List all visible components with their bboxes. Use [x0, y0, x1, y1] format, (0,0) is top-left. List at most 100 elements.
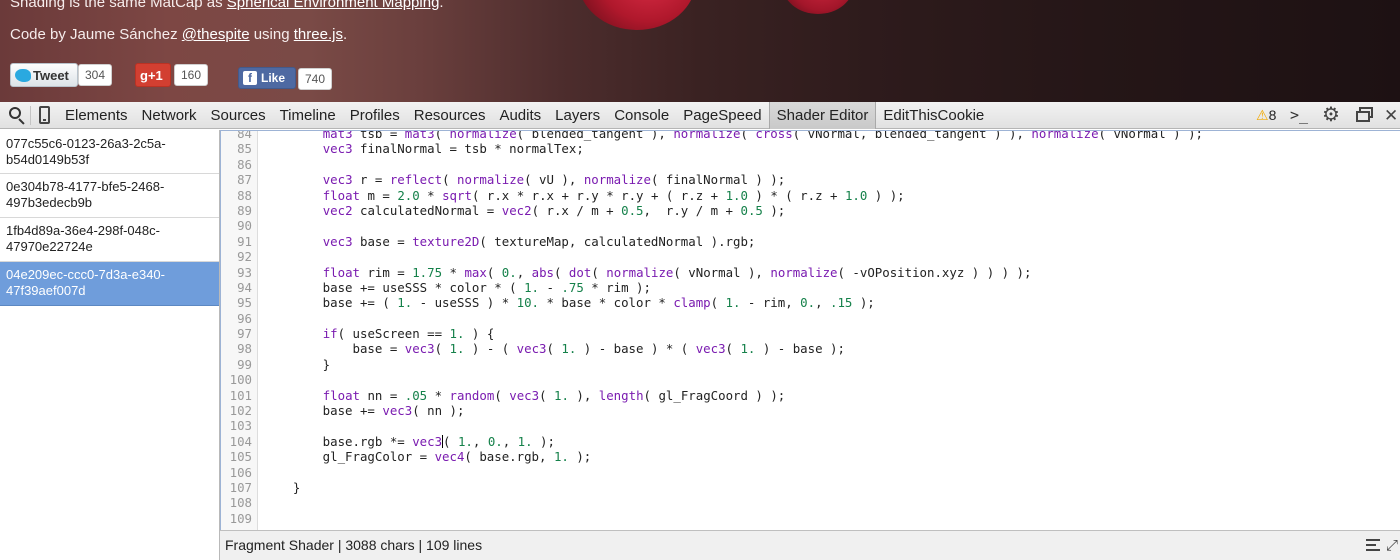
- tab-shader-editor[interactable]: Shader Editor: [768, 102, 877, 129]
- code-text: base += ( 1. - useSSS ) * 10. * base * c…: [263, 295, 875, 311]
- line-number: 99: [237, 356, 252, 372]
- twitter-bird-icon: [15, 69, 31, 82]
- line-number: 102: [229, 403, 252, 419]
- tab-profiles[interactable]: Profiles: [343, 102, 407, 129]
- line-number: 96: [237, 310, 252, 326]
- code-line[interactable]: 104 base.rgb *= vec3( 1., 0., 1. );: [221, 434, 1400, 449]
- like-label: Like: [261, 71, 286, 85]
- code-line[interactable]: 87 vec3 r = reflect( normalize( vU ), no…: [221, 172, 1400, 187]
- code-text: vec3 base = texture2D( textureMap, calcu…: [322, 233, 756, 249]
- social-buttons: Tweet 304 g+1 160 f Like 740: [0, 63, 340, 90]
- code-line[interactable]: 91 vec3 base = texture2D( textureMap, ca…: [221, 234, 1400, 249]
- code-line[interactable]: 99 }: [221, 357, 1400, 372]
- tab-audits[interactable]: Audits: [492, 102, 548, 129]
- line-number: 85: [237, 141, 252, 157]
- tweet-button[interactable]: Tweet: [10, 63, 78, 87]
- shader-list-item[interactable]: 1fb4d89a-36e4-298f-048c- 47970e22724e: [0, 218, 219, 262]
- code-line[interactable]: 93 float rim = 1.75 * max( 0., abs( dot(…: [221, 265, 1400, 280]
- status-bar-controls: ⤢: [1360, 537, 1400, 555]
- code-line[interactable]: 95 base += ( 1. - useSSS ) * 10. * base …: [221, 295, 1400, 310]
- warnings-counter[interactable]: ⚠8: [1256, 102, 1276, 129]
- code-line[interactable]: 94 base += useSSS * color * ( 1. - .75 *…: [221, 280, 1400, 295]
- tab-resources[interactable]: Resources: [407, 102, 493, 129]
- thespite-link[interactable]: @thespite: [182, 26, 250, 43]
- code-line[interactable]: 84 mat3 tsb = mat3( normalize( blended_t…: [221, 130, 1400, 141]
- code-line[interactable]: 103: [221, 418, 1400, 433]
- line-number: 94: [237, 279, 252, 295]
- shader-code-editor[interactable]: 84 mat3 tsb = mat3( normalize( blended_t…: [220, 130, 1400, 530]
- code-text: base += vec3( nn );: [263, 403, 465, 419]
- close-icon[interactable]: ✕: [1384, 102, 1398, 129]
- code-text: if( useScreen == 1. ) {: [322, 326, 495, 342]
- line-number: 88: [237, 187, 252, 203]
- code-line[interactable]: 97 if( useScreen == 1. ) {: [221, 326, 1400, 341]
- tab-elements[interactable]: Elements: [58, 102, 135, 129]
- code-text: float rim = 1.75 * max( 0., abs( dot( no…: [322, 264, 1032, 280]
- shader-program-list: 077c55c6-0123-26a3-2c5a- b54d0149b53f 0e…: [0, 130, 220, 560]
- code-text: base.rgb *= vec3( 1., 0., 1. );: [263, 433, 555, 449]
- warning-icon: ⚠: [1256, 107, 1269, 123]
- tab-network[interactable]: Network: [135, 102, 204, 129]
- code-line[interactable]: 101 float nn = .05 * random( vec3( 1. ),…: [221, 388, 1400, 403]
- device-mode-icon[interactable]: [38, 106, 52, 125]
- tab-layers[interactable]: Layers: [548, 102, 607, 129]
- line-number: 105: [229, 449, 252, 465]
- line-number: 109: [229, 510, 252, 526]
- line-number: 103: [229, 418, 252, 434]
- code-text: }: [263, 356, 331, 372]
- facebook-like-button[interactable]: f Like: [238, 67, 296, 89]
- code-line[interactable]: 86: [221, 157, 1400, 172]
- shader-list-item[interactable]: 0e304b78-4177-bfe5-2468- 497b3edecb9b: [0, 174, 219, 218]
- line-number: 100: [229, 372, 252, 388]
- code-line[interactable]: 100: [221, 372, 1400, 387]
- code-line[interactable]: 85 vec3 finalNormal = tsb * normalTex;: [221, 141, 1400, 156]
- period: .: [439, 0, 444, 11]
- gear-icon[interactable]: ⚙: [1322, 105, 1342, 125]
- code-line[interactable]: 90: [221, 218, 1400, 233]
- code-line[interactable]: 107 }: [221, 480, 1400, 495]
- web-page-content: Shading is the same MatCap as Spherical …: [0, 0, 1400, 102]
- code-line[interactable]: 105 gl_FragColor = vec4( base.rgb, 1. );: [221, 449, 1400, 464]
- warnings-count: 8: [1268, 107, 1277, 123]
- tab-timeline[interactable]: Timeline: [273, 102, 343, 129]
- panel-tabs: Elements Network Sources Timeline Profil…: [58, 102, 991, 129]
- code-line[interactable]: 89 vec2 calculatedNormal = vec2( r.x / m…: [221, 203, 1400, 218]
- fullscreen-icon[interactable]: ⤢: [1386, 538, 1398, 553]
- line-number: 95: [237, 295, 252, 311]
- dock-icon[interactable]: [1356, 107, 1374, 123]
- tab-console[interactable]: Console: [607, 102, 676, 129]
- code-text: vec3 r = reflect( normalize( vU ), norma…: [322, 172, 786, 188]
- facebook-icon: f: [243, 71, 257, 85]
- code-line[interactable]: 92: [221, 249, 1400, 264]
- code-line[interactable]: 108: [221, 495, 1400, 510]
- period: .: [342, 26, 348, 43]
- code-text: gl_FragColor = vec4( base.rgb, 1. );: [263, 449, 592, 465]
- code-line[interactable]: 98 base = vec3( 1. ) - ( vec3( 1. ) - ba…: [221, 341, 1400, 356]
- code-line[interactable]: 102 base += vec3( nn );: [221, 403, 1400, 418]
- line-number: 84: [237, 130, 252, 141]
- search-icon[interactable]: [8, 106, 26, 125]
- google-plus-button[interactable]: g+1: [135, 63, 171, 87]
- line-number: 91: [237, 233, 252, 249]
- line-number: 108: [229, 495, 252, 511]
- code-line[interactable]: 88 float m = 2.0 * sqrt( r.x * r.x + r.y…: [221, 188, 1400, 203]
- shader-list-item[interactable]: 077c55c6-0123-26a3-2c5a- b54d0149b53f: [0, 130, 219, 174]
- tab-editthiscookie[interactable]: EditThisCookie: [876, 102, 991, 129]
- spherical-env-mapping-link[interactable]: Spherical Environment Mapping: [227, 0, 440, 11]
- code-credit-line: Code by Jaume Sánchez @thespite using th…: [10, 26, 347, 43]
- format-code-icon[interactable]: [1366, 539, 1380, 551]
- tab-pagespeed[interactable]: PageSpeed: [676, 102, 768, 129]
- threejs-link[interactable]: three.js: [294, 26, 343, 43]
- line-number: 104: [229, 433, 252, 449]
- line-number: 89: [237, 202, 252, 218]
- code-line[interactable]: 109: [221, 511, 1400, 526]
- line-number: 107: [229, 479, 252, 495]
- code-line[interactable]: 106: [221, 465, 1400, 480]
- console-drawer-icon[interactable]: >_: [1290, 106, 1312, 125]
- tab-sources[interactable]: Sources: [204, 102, 273, 129]
- line-number: 92: [237, 249, 252, 265]
- code-text: base += useSSS * color * ( 1. - .75 * ri…: [263, 279, 651, 295]
- code-line[interactable]: 96: [221, 311, 1400, 326]
- shader-status-text: Fragment Shader | 3088 chars | 109 lines: [225, 537, 483, 553]
- shader-list-item-selected[interactable]: 04e209ec-ccc0-7d3a-e340- 47f39aef007d: [0, 262, 219, 306]
